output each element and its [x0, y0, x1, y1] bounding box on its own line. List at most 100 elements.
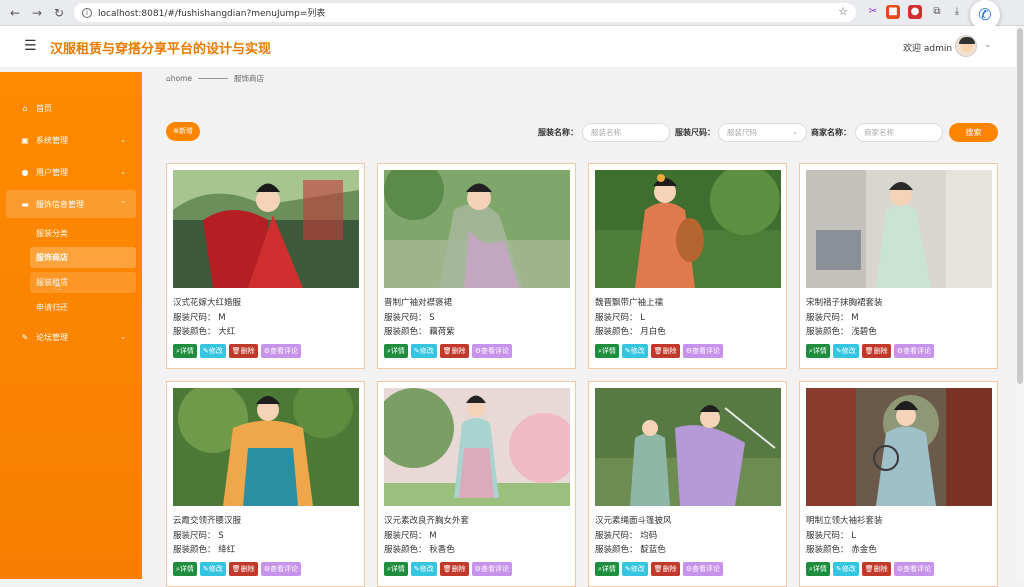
breadcrumb-home[interactable]: home — [171, 74, 192, 83]
product-image[interactable] — [384, 388, 570, 506]
review-button[interactable]: ⚙查看评论 — [682, 344, 723, 358]
edit-button-label: 修改 — [419, 565, 434, 573]
sidebar-subitem-return[interactable]: 申请归还 — [30, 297, 136, 318]
edit-button[interactable]: ✎修改 — [410, 344, 437, 358]
bookmark-star-icon[interactable]: ☆ — [838, 5, 848, 18]
review-button-label: 查看评论 — [269, 347, 298, 355]
name-filter-label: 服装名称： — [538, 128, 578, 137]
product-card[interactable]: 汉元素绳面斗篷披风 服装尺码： 均码 服装颜色： 靛蓝色 ⌕详情 ✎修改 🗑删除… — [588, 381, 787, 587]
sidebar-subitem-rental[interactable]: 服装租赁 — [30, 272, 136, 293]
forward-icon[interactable]: → — [30, 6, 44, 20]
reload-icon[interactable]: ↻ — [52, 6, 66, 20]
chevron-down-icon[interactable]: ⌄ — [984, 40, 992, 50]
product-size: 服装尺码： M — [806, 313, 859, 323]
sidebar-item-home[interactable]: ⌂ 首页 — [0, 94, 142, 122]
product-size: 服装尺码： 均码 — [595, 531, 658, 541]
delete-button[interactable]: 🗑删除 — [650, 344, 680, 358]
sidebar-item-label: 系统管理 — [36, 135, 68, 145]
review-button[interactable]: ⚙查看评论 — [260, 344, 301, 358]
product-image[interactable] — [173, 170, 359, 288]
review-button[interactable]: ⚙查看评论 — [471, 562, 512, 576]
product-image[interactable] — [384, 170, 570, 288]
scrollbar-thumb[interactable] — [1017, 28, 1023, 384]
product-card[interactable]: 明制立领大袖衫套装 服装尺码： L 服装颜色： 赤金色 ⌕详情 ✎修改 🗑删除 … — [799, 381, 998, 587]
name-filter-input[interactable]: 服装名称 — [582, 123, 670, 142]
back-icon[interactable]: ← — [8, 6, 22, 20]
size-select-placeholder: 服装尺码 — [727, 128, 757, 137]
download-icon[interactable]: ⤓ — [950, 5, 964, 19]
edit-button[interactable]: ✎修改 — [199, 562, 226, 576]
product-size: 服装尺码： L — [806, 531, 856, 541]
detail-button-label: 详情 — [601, 347, 616, 355]
product-image[interactable] — [595, 170, 781, 288]
extension-icon[interactable]: ■ — [886, 5, 900, 19]
detail-button[interactable]: ⌕详情 — [595, 344, 619, 358]
site-info-icon[interactable]: i — [82, 7, 92, 18]
edit-button[interactable]: ✎修改 — [832, 562, 859, 576]
detail-button[interactable]: ⌕详情 — [595, 562, 619, 576]
detail-button[interactable]: ⌕详情 — [384, 562, 408, 576]
sidebar-item-clothing[interactable]: ▬ 服饰信息管理 ⌃ — [6, 190, 136, 218]
review-button-label: 查看评论 — [480, 347, 509, 355]
sidebar-subitem-shop[interactable]: 服饰商店 — [30, 247, 136, 268]
product-card[interactable]: 云霞交领齐腰汉服 服装尺码： S 服装颜色： 绛红 ⌕详情 ✎修改 🗑删除 ⚙查… — [166, 381, 365, 587]
edit-button[interactable]: ✎修改 — [832, 344, 859, 358]
review-button[interactable]: ⚙查看评论 — [893, 344, 934, 358]
merchant-filter-input[interactable]: 商家名称 — [855, 123, 943, 142]
delete-button-label: 删除 — [451, 347, 466, 355]
product-card[interactable]: 汉元素改良齐胸女外套 服装尺码： M 服装颜色： 秋香色 ⌕详情 ✎修改 🗑删除… — [377, 381, 576, 587]
detail-button[interactable]: ⌕详情 — [806, 344, 830, 358]
edit-button[interactable]: ✎修改 — [199, 344, 226, 358]
delete-button-label: 删除 — [873, 347, 888, 355]
delete-button-label: 删除 — [240, 565, 255, 573]
avatar[interactable] — [955, 35, 977, 57]
detail-button[interactable]: ⌕详情 — [173, 344, 197, 358]
product-card[interactable]: 宋制褙子抹胸裙套装 服装尺码： M 服装颜色： 浅碧色 ⌕详情 ✎修改 🗑删除 … — [799, 163, 998, 369]
product-color: 服装颜色： 藕荷紫 — [384, 327, 455, 337]
extension-avatar-icon[interactable]: ● — [908, 5, 922, 19]
extension-scissors-icon[interactable]: ✂ — [866, 5, 880, 19]
delete-button[interactable]: 🗑删除 — [861, 344, 891, 358]
menu-toggle-icon[interactable]: ☰ — [24, 38, 37, 54]
review-button-label: 查看评论 — [902, 347, 931, 355]
product-size: 服装尺码： S — [384, 313, 435, 323]
product-image[interactable] — [806, 388, 992, 506]
product-image[interactable] — [173, 388, 359, 506]
review-button[interactable]: ⚙查看评论 — [260, 562, 301, 576]
detail-button[interactable]: ⌕详情 — [384, 344, 408, 358]
sidebar-item-users[interactable]: ● 用户管理 ⌄ — [0, 158, 142, 186]
product-card[interactable]: 汉式花嫁大红婚服 服装尺码： M 服装颜色： 大红 ⌕详情 ✎修改 🗑删除 ⚙查… — [166, 163, 365, 369]
delete-button[interactable]: 🗑删除 — [439, 562, 469, 576]
address-bar[interactable]: i localhost:8081/#/fushishangdian?menuJu… — [74, 3, 856, 22]
product-card[interactable]: 魏晋飘带广袖上襦 服装尺码： L 服装颜色： 月白色 ⌕详情 ✎修改 🗑删除 ⚙… — [588, 163, 787, 369]
sidebar-item-label: 论坛管理 — [36, 332, 68, 342]
edit-button[interactable]: ✎修改 — [621, 562, 648, 576]
detail-button[interactable]: ⌕详情 — [806, 562, 830, 576]
delete-button[interactable]: 🗑删除 — [650, 562, 680, 576]
product-image[interactable] — [806, 170, 992, 288]
sidebar-subitem-category[interactable]: 服装分类 — [30, 223, 136, 244]
size-filter-select[interactable]: 服装尺码 ⌄ — [718, 123, 807, 142]
product-name: 魏晋飘带广袖上襦 — [595, 298, 664, 308]
add-button[interactable]: ⊕新增 — [166, 122, 200, 141]
product-color: 服装颜色： 大红 — [173, 327, 236, 337]
delete-button[interactable]: 🗑删除 — [228, 562, 258, 576]
edit-button[interactable]: ✎修改 — [410, 562, 437, 576]
product-image[interactable] — [595, 388, 781, 506]
review-button[interactable]: ⚙查看评论 — [682, 562, 723, 576]
detail-button[interactable]: ⌕详情 — [173, 562, 197, 576]
review-button[interactable]: ⚙查看评论 — [893, 562, 934, 576]
delete-button[interactable]: 🗑删除 — [861, 562, 891, 576]
app-title: 汉服租赁与穿搭分享平台的设计与实现 — [50, 42, 272, 57]
extensions-puzzle-icon[interactable]: ⧉ — [930, 5, 944, 19]
search-button[interactable]: 搜索 — [949, 123, 998, 142]
sidebar-item-system[interactable]: ▣ 系统管理 ⌄ — [0, 126, 142, 154]
edit-button[interactable]: ✎修改 — [621, 344, 648, 358]
url-text: localhost:8081/#/fushishangdian?menuJump… — [98, 9, 326, 19]
product-card[interactable]: 晋制广袖对襟褒裙 服装尺码： S 服装颜色： 藕荷紫 ⌕详情 ✎修改 🗑删除 ⚙… — [377, 163, 576, 369]
review-button[interactable]: ⚙查看评论 — [471, 344, 512, 358]
delete-button[interactable]: 🗑删除 — [439, 344, 469, 358]
sidebar-item-forum[interactable]: ✎ 论坛管理 ⌄ — [0, 323, 142, 351]
product-color: 服装颜色： 秋香色 — [384, 545, 455, 555]
delete-button[interactable]: 🗑删除 — [228, 344, 258, 358]
